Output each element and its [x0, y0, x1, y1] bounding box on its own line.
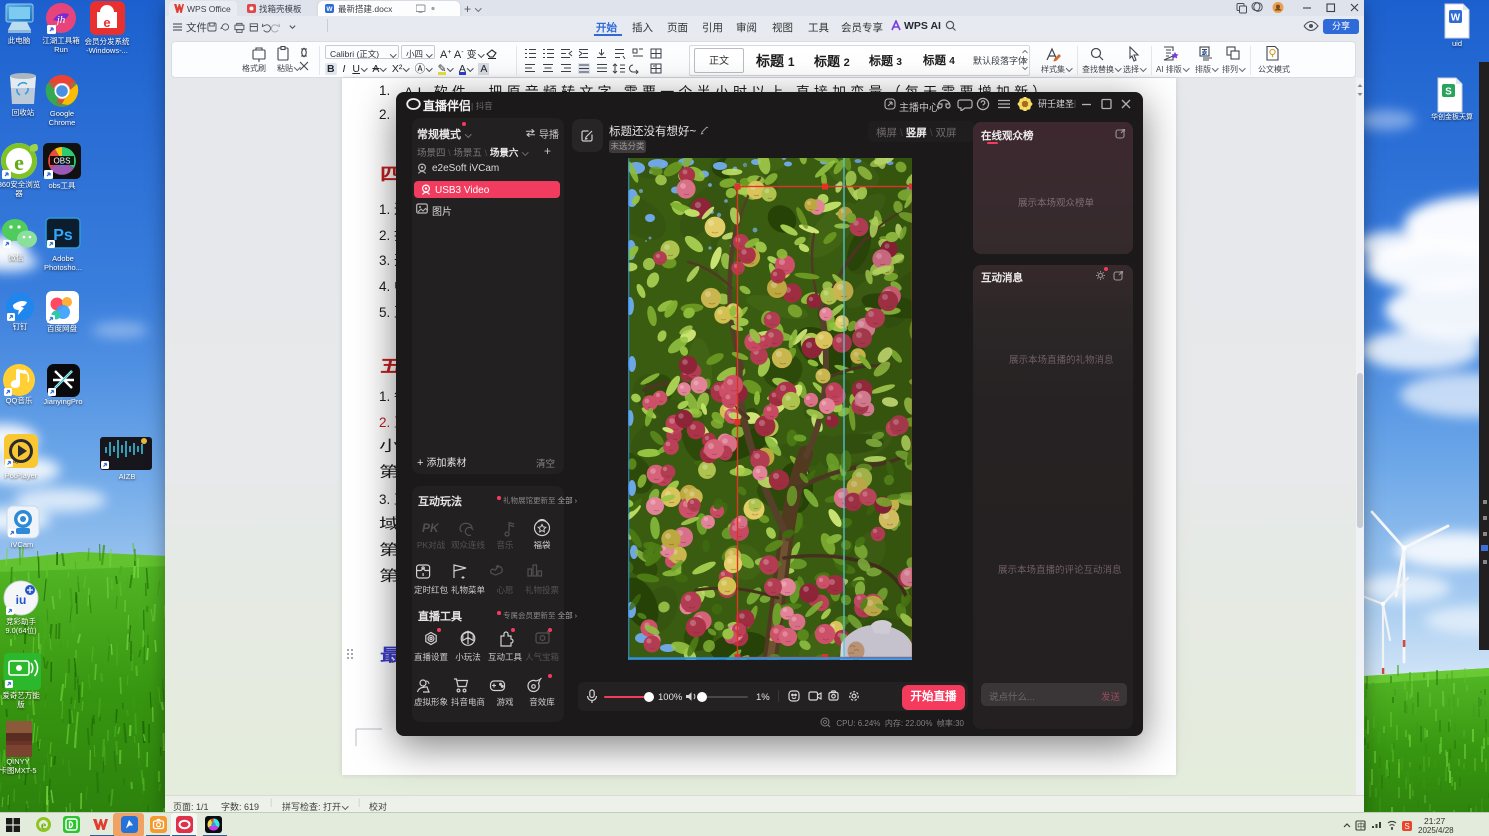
svg-text:S: S: [1445, 87, 1452, 98]
svg-text:e: e: [41, 818, 47, 832]
svg-text:W: W: [1451, 13, 1461, 24]
svg-text:S: S: [1404, 822, 1409, 831]
svg-text:OBS: OBS: [54, 157, 71, 166]
svg-text:中: 中: [1357, 821, 1365, 831]
svg-text:e: e: [103, 15, 110, 30]
svg-text:PK: PK: [422, 521, 440, 535]
svg-text:iu: iu: [16, 593, 27, 607]
svg-text:Ps: Ps: [53, 227, 73, 244]
svg-text:A: A: [1202, 50, 1207, 57]
svg-text:研壬建圣: 研壬建圣: [1038, 98, 1074, 109]
svg-text:e: e: [14, 150, 24, 175]
svg-text:W: W: [326, 6, 333, 13]
svg-text:jh: jh: [55, 14, 66, 26]
